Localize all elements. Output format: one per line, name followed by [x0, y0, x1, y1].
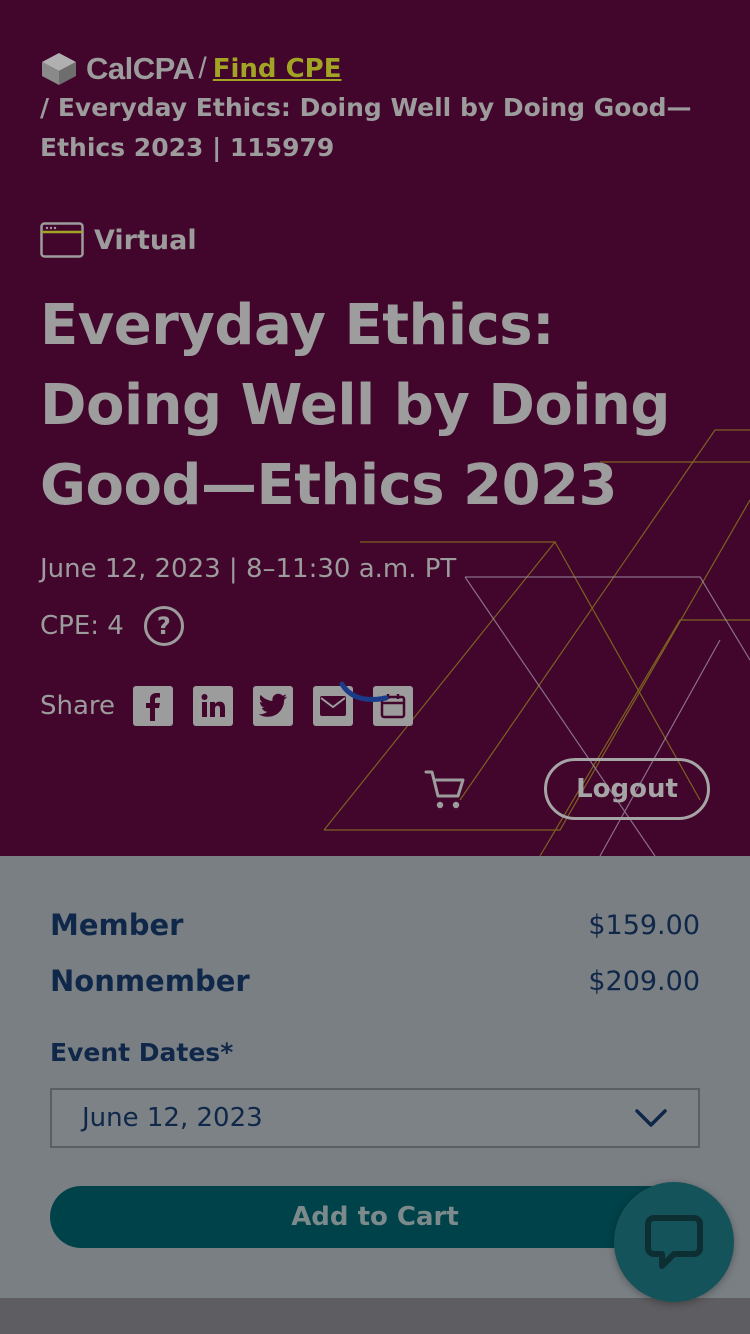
event-dates-selected: June 12, 2023 — [82, 1103, 263, 1133]
member-label: Member — [50, 908, 184, 942]
twitter-icon[interactable] — [253, 686, 294, 726]
price-row-nonmember: Nonmember $209.00 — [50, 964, 700, 998]
help-icon[interactable]: ? — [143, 606, 184, 646]
breadcrumb-current: / Everyday Ethics: Doing Well by Doing G… — [40, 93, 692, 162]
chevron-down-icon — [635, 1109, 667, 1127]
format-label: Virtual — [94, 224, 197, 256]
logout-button[interactable]: Logout — [544, 758, 710, 820]
linkedin-icon[interactable] — [193, 686, 234, 726]
facebook-icon[interactable] — [133, 686, 174, 726]
calcpa-logo-icon — [42, 53, 76, 85]
cpe-label: CPE: 4 — [40, 611, 124, 641]
breadcrumb: CalCPA / Find CPE / Everyday Ethics: Doi… — [40, 50, 720, 168]
page-title: Everyday Ethics: Doing Well by Doing Goo… — [40, 293, 670, 518]
event-date-time: June 12, 2023 | 8–11:30 a.m. PT — [40, 554, 457, 584]
loading-spinner-icon — [339, 681, 389, 702]
add-to-cart-button[interactable]: Add to Cart — [50, 1186, 700, 1248]
event-dates-label: Event Dates* — [50, 1038, 234, 1067]
cpe-credits: CPE: 4 ? — [40, 606, 184, 646]
event-format: Virtual — [40, 222, 197, 258]
cart-icon[interactable] — [424, 768, 466, 812]
brand-name[interactable]: CalCPA — [86, 51, 195, 87]
event-hero: CalCPA / Find CPE / Everyday Ethics: Doi… — [0, 0, 750, 856]
nonmember-label: Nonmember — [50, 964, 250, 998]
chat-bubble-icon — [645, 1215, 703, 1269]
chat-button[interactable] — [614, 1182, 734, 1302]
browser-window-icon — [40, 222, 84, 258]
share-label: Share — [40, 691, 116, 721]
price-row-member: Member $159.00 — [50, 908, 700, 942]
member-price: $159.00 — [588, 909, 700, 941]
breadcrumb-link-find-cpe[interactable]: Find CPE — [213, 54, 342, 84]
nonmember-price: $209.00 — [588, 965, 700, 997]
event-dates-select[interactable]: June 12, 2023 — [50, 1088, 700, 1148]
breadcrumb-separator: / — [198, 52, 207, 85]
